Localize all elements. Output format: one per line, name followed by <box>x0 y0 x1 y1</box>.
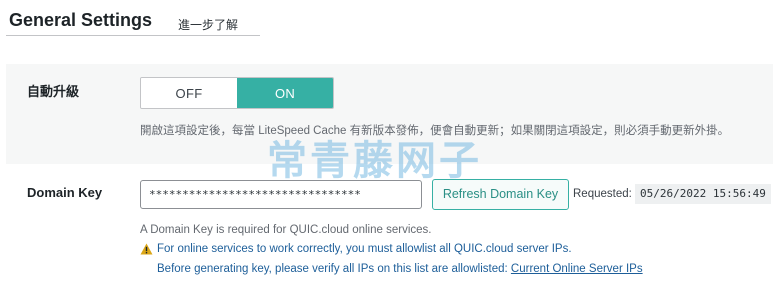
page-title: General Settings <box>9 10 153 30</box>
domain-key-label: Domain Key <box>27 185 103 200</box>
verify-ips-text: Before generating key, please verify all… <box>157 263 508 275</box>
learn-more-link[interactable]: 進一步了解 <box>178 16 238 33</box>
auto-upgrade-toggle[interactable]: OFF ON <box>140 77 334 109</box>
toggle-on-option[interactable]: ON <box>237 78 333 108</box>
warning-icon <box>140 243 153 255</box>
toggle-off-option[interactable]: OFF <box>141 78 237 108</box>
domain-key-input[interactable]: ******************************** <box>140 180 422 209</box>
general-settings-page: General Settings 進一步了解 自動升級 OFF ON 開啟這項設… <box>0 0 780 295</box>
watermark: 常青藤网子 <box>267 138 482 184</box>
verify-ips-note: Before generating key, please verify all… <box>157 263 643 275</box>
requested-date: 05/26/2022 15:56:49 <box>635 184 771 204</box>
auto-upgrade-label: 自動升級 <box>27 84 80 99</box>
domain-key-required-note: A Domain Key is required for QUIC.cloud … <box>140 224 432 236</box>
current-server-ips-link[interactable]: Current Online Server IPs <box>511 263 643 275</box>
requested-label: Requested: <box>573 188 632 200</box>
section-header: General Settings 進一步了解 <box>6 6 260 36</box>
refresh-domain-key-button[interactable]: Refresh Domain Key <box>432 179 569 210</box>
allowlist-warning: For online services to work correctly, y… <box>157 243 572 255</box>
